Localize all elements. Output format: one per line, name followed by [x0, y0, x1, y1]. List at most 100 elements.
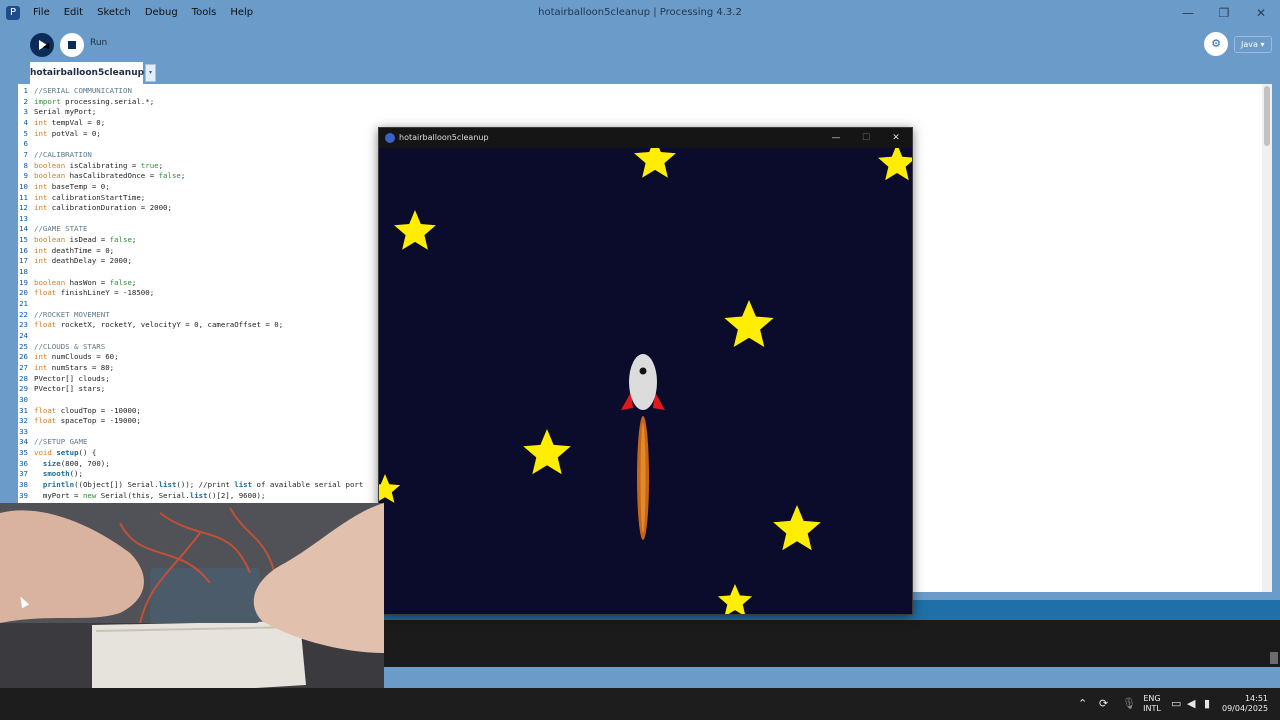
rocket-body — [629, 354, 657, 410]
debugger-icon: ⚙ — [1211, 37, 1221, 50]
window-title: hotairballoon5cleanup | Processing 4.3.2 — [538, 7, 742, 18]
breadboard-icon — [92, 621, 306, 698]
line-code: float spaceTop = -19000; — [34, 416, 141, 426]
sketch-window[interactable]: hotairballoon5cleanup — ☐ ✕ — [378, 127, 913, 615]
tab-hotairballoon5cleanup[interactable]: hotairballoon5cleanup — [30, 62, 144, 84]
line-code: //ROCKET MOVEMENT — [34, 309, 110, 319]
taskbar: ⌃ ⟳ 🎙 ENG INTL ▭ ◀ ▮ 14:51 09/04/2025 — [0, 688, 1280, 720]
line-number: 12 — [19, 203, 28, 213]
line-number: 13 — [19, 213, 28, 223]
sketch-close-icon[interactable]: ✕ — [881, 128, 911, 148]
line-code: int calibrationStartTime; — [34, 192, 146, 202]
line-number: 29 — [19, 384, 28, 394]
line-number: 15 — [19, 235, 28, 245]
line-code: boolean hasCalibratedOnce = false; — [34, 171, 186, 181]
console-scrollbar[interactable] — [1270, 652, 1278, 664]
sync-icon[interactable]: ⟳ — [1099, 688, 1108, 720]
minimize-icon[interactable]: — — [1170, 0, 1206, 26]
line-code: int deathDelay = 2000; — [34, 256, 132, 266]
line-code: int deathTime = 0; — [34, 245, 115, 255]
line-number: 3 — [23, 107, 28, 117]
line-code: boolean isCalibrating = true; — [34, 160, 164, 170]
line-number: 32 — [19, 416, 28, 426]
clock-date: 09/04/2025 — [1222, 704, 1269, 713]
line-number: 5 — [23, 128, 28, 138]
line-number: 17 — [19, 256, 28, 266]
line-code: int potVal = 0; — [34, 128, 101, 138]
clock-time: 14:51 — [1244, 694, 1268, 703]
battery-icon[interactable]: ▮ — [1204, 688, 1210, 720]
line-code: myPort = new Serial(this, Serial.list()[… — [34, 490, 266, 500]
clock[interactable]: 14:51 09/04/2025 — [1222, 694, 1268, 714]
sketch-maximize-icon[interactable]: ☐ — [851, 128, 881, 148]
line-code: Serial myPort; — [34, 107, 97, 117]
line-number: 21 — [19, 299, 28, 308]
microphone-icon[interactable]: 🎙 — [1122, 688, 1136, 720]
toolbar: Run ⚙ Java ▾ — [0, 26, 1280, 62]
line-number: 10 — [19, 181, 28, 191]
line-number: 24 — [19, 330, 28, 340]
language-top: ENG — [1143, 694, 1161, 703]
sketch-title-bar: hotairballoon5cleanup — ☐ ✕ — [379, 128, 912, 148]
line-number: 30 — [19, 394, 28, 404]
line-number: 11 — [19, 192, 28, 202]
line-code: int calibrationDuration = 2000; — [34, 203, 172, 213]
sketch-canvas[interactable] — [379, 148, 912, 614]
sketch-minimize-icon[interactable]: — — [821, 128, 851, 148]
line-number: 26 — [19, 352, 28, 362]
line-code: PVector[] stars; — [34, 384, 106, 394]
close-icon[interactable]: ✕ — [1243, 0, 1279, 26]
language-indicator[interactable]: ENG INTL — [1140, 694, 1164, 714]
line-number: 20 — [19, 288, 28, 298]
line-number: 2 — [23, 96, 28, 106]
sketch-window-title: hotairballoon5cleanup — [399, 133, 489, 142]
line-number: 8 — [23, 160, 28, 170]
line-number: 23 — [19, 320, 28, 330]
line-code: int numStars = 80; — [34, 362, 115, 372]
line-number: 6 — [23, 139, 28, 149]
line-code: println((Object[]) Serial.list()); //pri… — [42, 480, 364, 490]
line-code: float cloudTop = -10000; — [34, 405, 141, 415]
line-code: //GAME STATE — [34, 224, 88, 234]
line-number: 28 — [19, 373, 28, 383]
editor-scrollbar[interactable] — [1262, 84, 1272, 592]
line-number: 18 — [19, 267, 28, 277]
line-number: 38 — [19, 480, 28, 490]
line-code: boolean isDead = false; — [34, 235, 137, 245]
network-icon[interactable]: ▭ — [1171, 688, 1181, 720]
line-number: 27 — [19, 362, 28, 372]
line-number: 36 — [19, 458, 28, 468]
line-number: 34 — [19, 437, 28, 447]
line-code: //CLOUDS & STARS — [34, 341, 106, 351]
line-code: //SERIAL COMMUNICATION — [34, 86, 132, 95]
line-code: int numClouds = 60; — [34, 352, 119, 362]
line-number: 1 — [23, 86, 28, 95]
tab-menu-button[interactable]: ▾ — [145, 64, 156, 82]
line-code: size(800, 700); — [42, 458, 110, 468]
line-number: 37 — [19, 469, 28, 479]
line-number: 33 — [19, 426, 28, 436]
line-number: 31 — [19, 405, 28, 415]
line-number: 19 — [19, 277, 28, 287]
line-number: 14 — [19, 224, 28, 234]
stop-button[interactable] — [60, 33, 84, 57]
line-code: //SETUP GAME — [34, 437, 88, 447]
rocket-flame-core — [640, 423, 646, 533]
language-bottom: INTL — [1143, 704, 1161, 713]
line-code: float finishLineY = -18500; — [34, 288, 155, 298]
line-code: void setup() { — [34, 448, 97, 458]
line-code: PVector[] clouds; — [34, 373, 110, 383]
mode-select[interactable]: Java ▾ — [1234, 36, 1272, 53]
line-number: 9 — [23, 171, 28, 181]
volume-icon[interactable]: ◀ — [1187, 688, 1195, 720]
debugger-button[interactable]: ⚙ — [1204, 32, 1228, 56]
chevron-up-icon[interactable]: ⌃ — [1078, 688, 1087, 720]
line-code: int baseTemp = 0; — [34, 181, 110, 191]
line-code: //CALIBRATION — [34, 149, 92, 159]
editor-scroll-thumb[interactable] — [1264, 86, 1270, 146]
line-code: int tempVal = 0; — [34, 117, 106, 127]
run-label: Run — [90, 38, 108, 48]
line-number: 22 — [19, 309, 28, 319]
restore-icon[interactable]: ❐ — [1206, 0, 1242, 26]
line-code: import processing.serial.*; — [34, 96, 155, 106]
